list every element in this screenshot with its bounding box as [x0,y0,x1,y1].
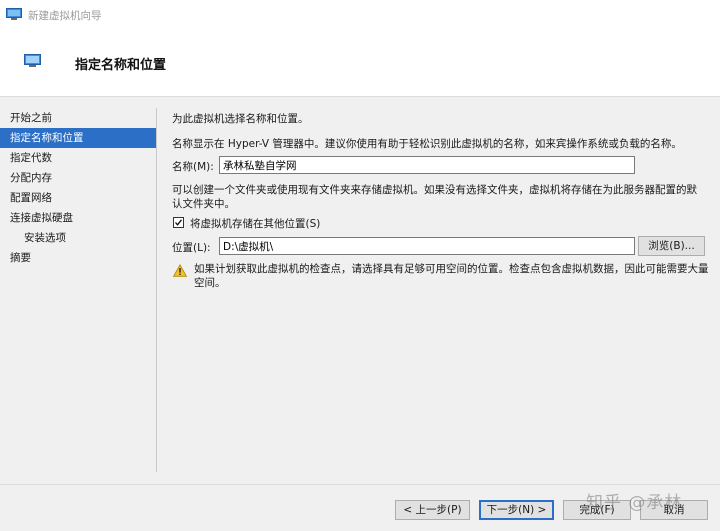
watermark: 知乎 @承林 [586,493,683,513]
previous-button[interactable]: < 上一步(P) [395,500,470,520]
sidebar-item-connect-virtual-disk[interactable]: 连接虚拟硬盘 [0,208,156,228]
wizard-header: 指定名称和位置 [0,28,720,97]
browse-button[interactable]: 浏览(B)... [638,236,705,256]
page-title: 指定名称和位置 [75,58,167,73]
window-title: 新建虚拟机向导 [28,10,102,22]
virtual-machine-icon [24,54,41,67]
next-button[interactable]: 下一步(N) > [479,500,554,520]
warning-icon [173,264,187,277]
sidebar-item-specify-name-location[interactable]: 指定名称和位置 [0,128,156,148]
name-label: 名称(M): [172,161,214,173]
sidebar-item-specify-generation[interactable]: 指定代数 [0,148,156,168]
store-elsewhere-checkbox[interactable] [173,217,184,228]
name-description: 名称显示在 Hyper-V 管理器中。建议你使用有助于轻松识别此虚拟机的名称，如… [172,138,682,150]
sidebar-item-assign-memory[interactable]: 分配内存 [0,168,156,188]
sidebar-item-installation-options[interactable]: 安装选项 [0,228,156,248]
sidebar-item-before-you-begin[interactable]: 开始之前 [0,108,156,128]
title-bar: 新建虚拟机向导 [0,0,720,29]
checkpoint-warning-text: 如果计划获取此虚拟机的检查点，请选择具有足够可用空间的位置。检查点包含虚拟机数据… [194,263,709,289]
wizard-steps-nav: 开始之前 指定名称和位置 指定代数 分配内存 配置网络 连接虚拟硬盘 安装选项 … [0,108,156,268]
location-label: 位置(L): [172,242,211,254]
store-elsewhere-label[interactable]: 将虚拟机存储在其他位置(S) [190,216,320,231]
folder-description: 可以创建一个文件夹或使用现有文件夹来存储虚拟机。如果没有选择文件夹，虚拟机将存储… [172,184,697,210]
sidebar-divider [156,108,157,472]
virtual-machine-icon [6,8,22,20]
sidebar-item-configure-networking[interactable]: 配置网络 [0,188,156,208]
checkmark-icon [175,219,183,226]
sidebar-item-summary[interactable]: 摘要 [0,248,156,268]
intro-text: 为此虚拟机选择名称和位置。 [172,113,309,125]
location-input[interactable] [219,237,635,255]
name-input[interactable] [219,156,635,174]
